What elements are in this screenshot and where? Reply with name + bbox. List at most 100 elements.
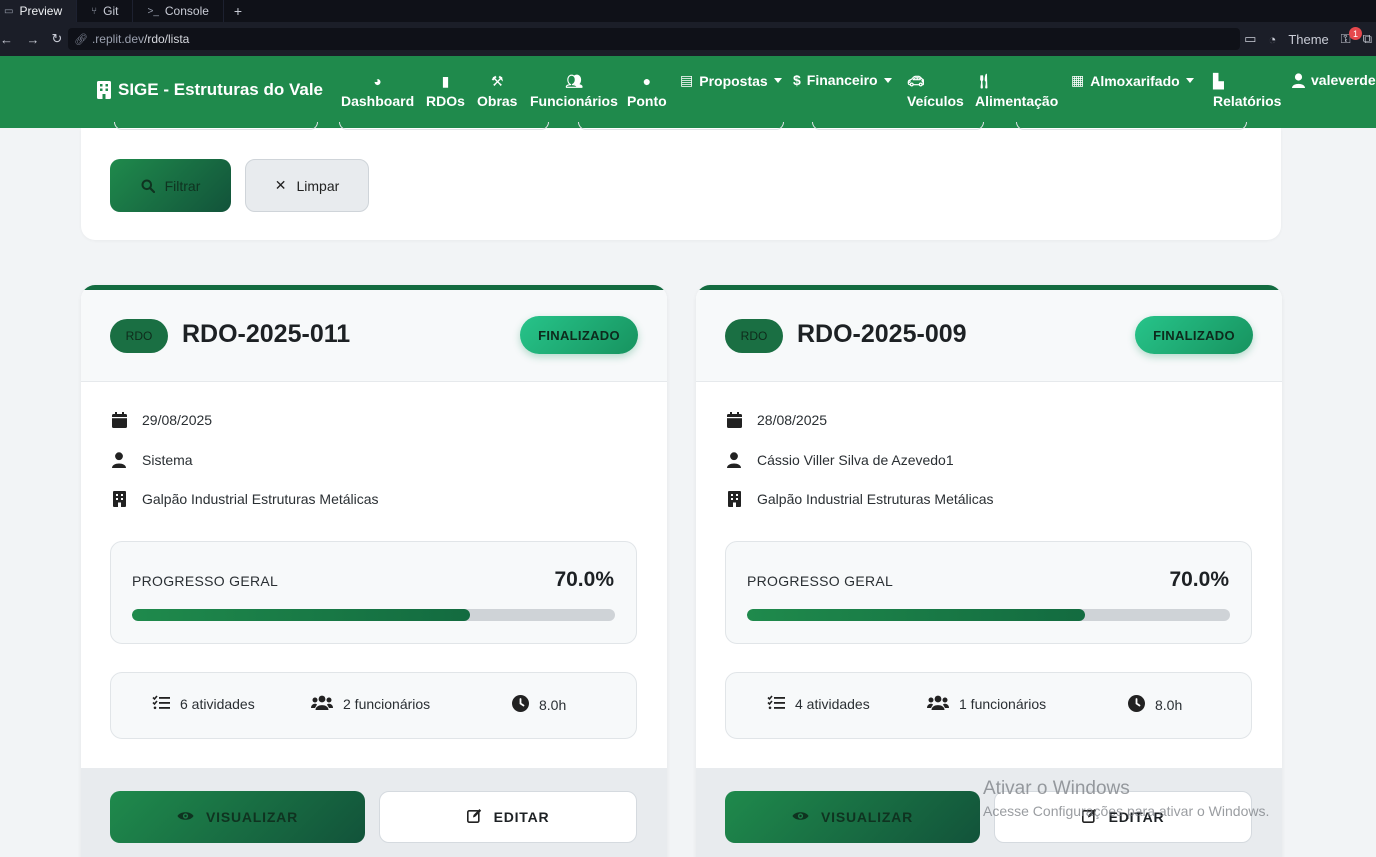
nav-label: Alimentação: [975, 93, 1059, 109]
ide-tab-label: Git: [103, 4, 119, 18]
git-icon: ⑂: [91, 5, 98, 17]
theme-button[interactable]: Theme: [1288, 32, 1328, 47]
rdo-date: 29/08/2025: [142, 412, 213, 428]
rdo-site-row: Galpão Industrial Estruturas Metálicas: [110, 491, 379, 507]
building-icon: [725, 491, 743, 507]
nav-label: Almoxarifado: [1090, 72, 1180, 89]
view-button-label: VISUALIZAR: [821, 809, 913, 825]
nav-almoxarifado-dropdown[interactable]: ▦ Almoxarifado: [1071, 72, 1194, 89]
progress-label: PROGRESSO GERAL: [132, 573, 279, 589]
nav-obras[interactable]: ⚒ Obras: [477, 71, 517, 109]
clock-icon: ●: [642, 73, 652, 89]
progress-panel: PROGRESSO GERAL 70.0%: [110, 541, 637, 644]
nav-user-menu[interactable]: valeverde: [1292, 72, 1376, 88]
palette-icon[interactable]: ◔: [1268, 32, 1276, 47]
rdo-site-row: Galpão Industrial Estruturas Metálicas: [725, 491, 994, 507]
url-input[interactable]: 🔗︎ .replit.dev/rdo/lista: [68, 28, 1240, 50]
preview-url-bar: ← → ↻ 🔗︎ .replit.dev/rdo/lista ▭ ◔ Theme…: [0, 22, 1376, 56]
dollar-icon: $: [793, 72, 801, 88]
nav-label: Financeiro: [806, 72, 878, 88]
user-icon: [1292, 72, 1305, 88]
gauge-icon: ◕: [373, 73, 382, 89]
close-icon: ✕: [274, 177, 287, 193]
nav-ponto[interactable]: ● Ponto: [627, 71, 667, 109]
nav-label: Relatórios: [1213, 93, 1282, 109]
rdo-card-footer: VISUALIZAR EDITAR: [81, 768, 667, 857]
nav-financeiro-dropdown[interactable]: $ Financeiro: [793, 72, 892, 88]
edit-button-label: EDITAR: [493, 809, 550, 825]
rdo-card-footer: VISUALIZAR EDITAR: [696, 768, 1282, 857]
rdo-site: Galpão Industrial Estruturas Metálicas: [142, 491, 379, 507]
edit-button[interactable]: EDITAR: [994, 791, 1252, 843]
nav-alimentacao[interactable]: 🍴︎ Alimentação: [975, 71, 1058, 109]
nav-label: Obras: [477, 93, 518, 109]
filter-field-edge: [578, 122, 784, 130]
rdo-card: RDO RDO-2025-009 FINALIZADO 28/08/2025 C…: [696, 285, 1282, 857]
boxes-icon: ▦: [1071, 72, 1085, 88]
url-host: .replit.dev: [91, 32, 144, 46]
nav-rdos[interactable]: ▮ RDOs: [426, 71, 465, 109]
chat-icon[interactable]: ▭: [1244, 31, 1256, 47]
list-check-icon: [152, 695, 170, 713]
nav-label: Dashboard: [341, 93, 415, 109]
new-tab-button[interactable]: +: [224, 0, 252, 22]
filter-button-label: Filtrar: [164, 177, 201, 194]
progress-fill: [747, 609, 1086, 621]
filter-field-edge: [114, 122, 318, 130]
monitor-icon: ▭: [4, 5, 14, 17]
ide-tab-git[interactable]: ⑂ Git: [77, 0, 134, 22]
view-button[interactable]: VISUALIZAR: [110, 791, 365, 843]
rdo-code: RDO-2025-011: [182, 320, 351, 348]
ide-tab-console[interactable]: >_ Console: [133, 0, 224, 22]
clear-button-label: Limpar: [296, 177, 340, 194]
user-icon: [725, 452, 743, 468]
ide-tab-preview[interactable]: ▭ Preview: [0, 0, 78, 22]
calendar-icon: [725, 412, 743, 428]
edit-button[interactable]: EDITAR: [379, 791, 637, 843]
external-icon[interactable]: ⧉: [1363, 31, 1372, 47]
filter-field-edge: [812, 122, 984, 130]
building-icon: [97, 81, 111, 99]
nav-veiculos[interactable]: 🚗︎ Veículos: [907, 71, 964, 109]
rdo-date-row: 28/08/2025: [725, 412, 827, 428]
clock-icon: [512, 695, 529, 715]
stat-employees: 2 funcionários: [311, 695, 430, 713]
nav-dashboard[interactable]: ◕ Dashboard: [341, 71, 414, 109]
nav-propostas-dropdown[interactable]: ▤ Propostas: [680, 72, 782, 89]
notification-badge: 1: [1349, 27, 1362, 40]
file-icon: ▤: [680, 72, 694, 88]
nav-label: Funcionários: [530, 93, 618, 109]
status-badge: FINALIZADO: [520, 316, 638, 354]
plus-icon: +: [233, 3, 243, 19]
stats-panel: 4 atividades 1 funcionários 8.0h: [725, 672, 1252, 739]
view-button-label: VISUALIZAR: [206, 809, 298, 825]
brand-link[interactable]: SIGE - Estruturas do Vale: [96, 80, 323, 100]
users-icon: [927, 695, 949, 713]
nav-relatorios[interactable]: ▙ Relatórios: [1213, 71, 1281, 109]
stat-employees-text: 1 funcionários: [959, 696, 1047, 712]
forward-icon[interactable]: →: [22, 32, 44, 47]
stat-activities-text: 6 atividades: [180, 696, 255, 712]
link-icon: 🔗︎: [74, 33, 88, 46]
clear-filters-button[interactable]: ✕ Limpar: [245, 159, 369, 212]
filter-button[interactable]: Filtrar: [110, 159, 231, 212]
rdo-author-row: Sistema: [110, 452, 193, 468]
rdo-author: Cássio Viller Silva de Azevedo1: [757, 452, 954, 468]
rdo-code: RDO-2025-009: [797, 320, 967, 348]
ide-tab-strip: ▭ Preview ⑂ Git >_ Console +: [0, 0, 1376, 22]
rdo-author: Sistema: [142, 452, 193, 468]
ide-tab-label: Preview: [19, 4, 63, 18]
stat-employees: 1 funcionários: [927, 695, 1046, 713]
brand-name: SIGE - Estruturas do Vale: [118, 80, 324, 99]
eye-icon: [177, 809, 194, 825]
nav-funcionarios[interactable]: 👥︎ Funcionários: [530, 71, 618, 109]
progress-track: [747, 609, 1230, 621]
filter-card: Filtrar ✕ Limpar: [81, 122, 1281, 240]
stats-panel: 6 atividades 2 funcionários 8.0h: [110, 672, 637, 739]
back-icon[interactable]: ←: [0, 32, 13, 47]
refresh-icon[interactable]: ↻: [46, 31, 68, 47]
view-button[interactable]: VISUALIZAR: [725, 791, 980, 843]
rdo-tag: RDO: [110, 319, 168, 353]
caret-down-icon: [773, 78, 782, 83]
nav-label: Ponto: [627, 93, 667, 109]
